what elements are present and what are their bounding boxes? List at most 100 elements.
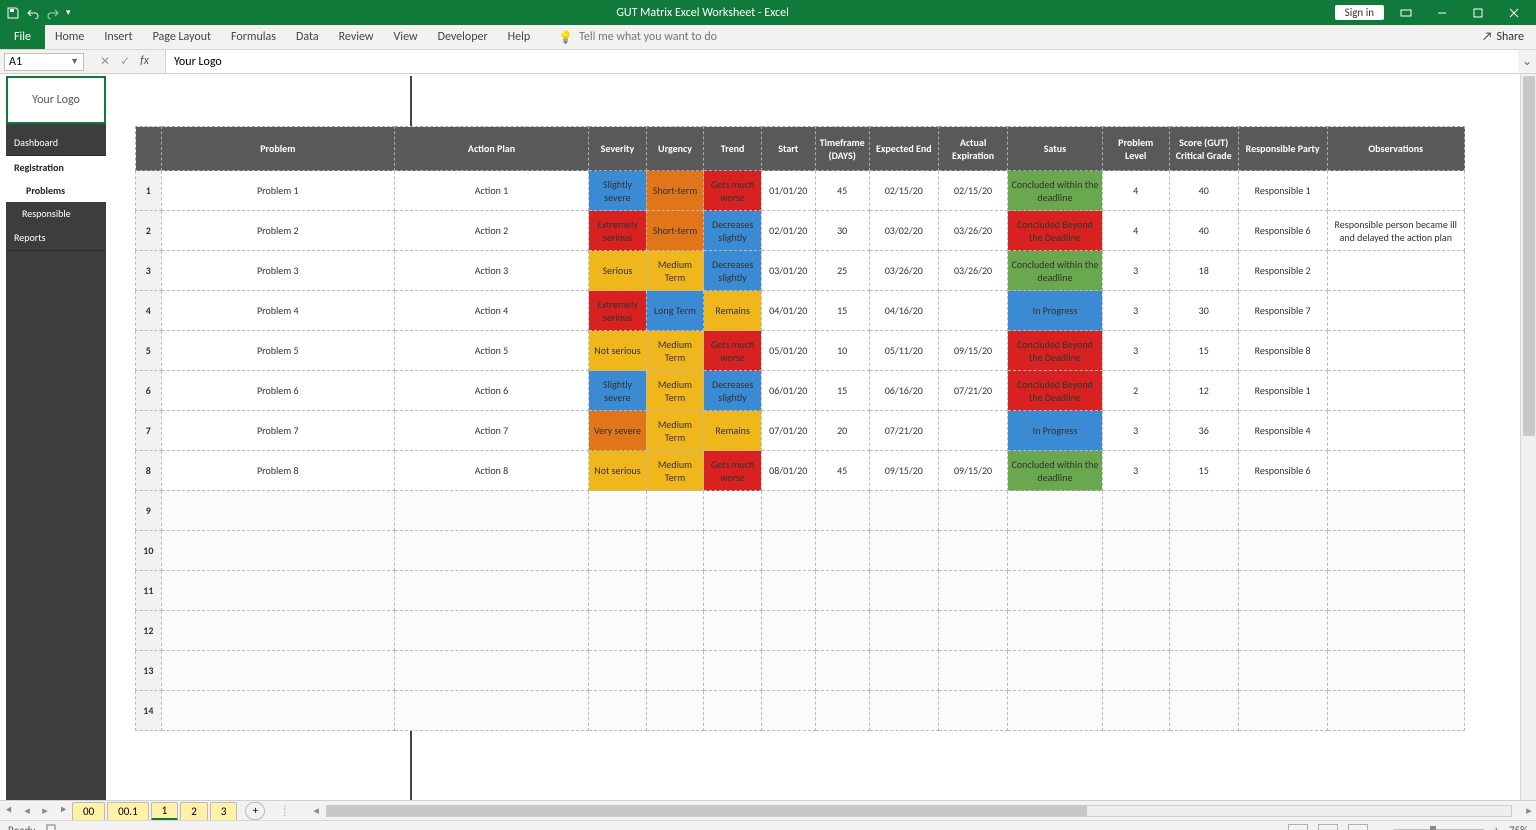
cell[interactable] bbox=[589, 531, 647, 571]
cell[interactable] bbox=[938, 571, 1007, 611]
cell[interactable] bbox=[1169, 531, 1238, 571]
share-button[interactable]: ↗ Share bbox=[1470, 25, 1536, 49]
cell[interactable] bbox=[1327, 371, 1464, 411]
cell[interactable] bbox=[815, 571, 869, 611]
cell[interactable] bbox=[394, 611, 588, 651]
cell[interactable]: 30 bbox=[1169, 291, 1238, 331]
cell[interactable]: Action 1 bbox=[394, 171, 588, 211]
cell[interactable]: Problem 6 bbox=[161, 371, 394, 411]
cell[interactable] bbox=[1238, 531, 1327, 571]
cell[interactable] bbox=[1102, 691, 1169, 731]
cell[interactable] bbox=[815, 691, 869, 731]
cell[interactable] bbox=[815, 611, 869, 651]
hscroll-left-icon[interactable]: ◂ bbox=[313, 804, 319, 817]
cell[interactable]: Very severe bbox=[589, 411, 647, 451]
cell[interactable]: 9 bbox=[136, 491, 162, 531]
cell[interactable]: Gets much worse bbox=[704, 451, 762, 491]
cell[interactable]: 05/11/20 bbox=[869, 331, 938, 371]
enter-formula-icon[interactable]: ✓ bbox=[120, 54, 130, 69]
cell[interactable]: 14 bbox=[136, 691, 162, 731]
tab-nav-last-icon[interactable]: ⯈ bbox=[54, 804, 72, 818]
tab-insert[interactable]: Insert bbox=[94, 25, 142, 49]
zoom-in-icon[interactable]: + bbox=[1494, 824, 1499, 830]
cell[interactable] bbox=[1238, 491, 1327, 531]
cell[interactable] bbox=[1327, 611, 1464, 651]
cell[interactable]: 01/01/20 bbox=[761, 171, 815, 211]
tab-developer[interactable]: Developer bbox=[428, 25, 498, 49]
cell[interactable] bbox=[1238, 651, 1327, 691]
cell[interactable] bbox=[1008, 491, 1102, 531]
cell[interactable] bbox=[938, 651, 1007, 691]
cell[interactable] bbox=[761, 531, 815, 571]
cell[interactable]: Responsible 6 bbox=[1238, 451, 1327, 491]
fx-icon[interactable]: fx bbox=[140, 54, 155, 69]
cell[interactable] bbox=[1238, 691, 1327, 731]
cell[interactable]: Responsible 6 bbox=[1238, 211, 1327, 251]
cell[interactable]: 1 bbox=[136, 171, 162, 211]
cell[interactable] bbox=[1169, 571, 1238, 611]
cell[interactable]: 08/01/20 bbox=[761, 451, 815, 491]
cell[interactable] bbox=[394, 571, 588, 611]
cell[interactable] bbox=[1102, 571, 1169, 611]
cell[interactable]: 3 bbox=[1102, 451, 1169, 491]
cell[interactable] bbox=[1102, 611, 1169, 651]
cell[interactable]: Action 4 bbox=[394, 291, 588, 331]
cell[interactable] bbox=[938, 691, 1007, 731]
cell[interactable] bbox=[646, 571, 703, 611]
sidebar-item-reports[interactable]: Reports bbox=[6, 225, 106, 251]
cell[interactable] bbox=[704, 611, 762, 651]
cell[interactable]: Concluded Beyond the Deadline bbox=[1008, 331, 1102, 371]
cell[interactable]: 11 bbox=[136, 571, 162, 611]
cell[interactable] bbox=[704, 491, 762, 531]
cell[interactable]: 12 bbox=[136, 611, 162, 651]
cell[interactable]: 03/26/20 bbox=[938, 211, 1007, 251]
cell[interactable] bbox=[161, 531, 394, 571]
save-icon[interactable] bbox=[6, 6, 20, 20]
table-row[interactable]: 7Problem 7Action 7Very severeMedium Term… bbox=[136, 411, 1465, 451]
cell[interactable] bbox=[161, 651, 394, 691]
cell[interactable]: Problem 7 bbox=[161, 411, 394, 451]
cell[interactable] bbox=[1008, 691, 1102, 731]
cell[interactable]: 02/01/20 bbox=[761, 211, 815, 251]
cell[interactable]: Action 2 bbox=[394, 211, 588, 251]
cell[interactable] bbox=[704, 571, 762, 611]
zoom-out-icon[interactable]: − bbox=[1378, 824, 1383, 830]
cell[interactable] bbox=[869, 571, 938, 611]
cell[interactable]: In Progress bbox=[1008, 411, 1102, 451]
cell[interactable]: 3 bbox=[1102, 251, 1169, 291]
cell[interactable]: Problem 5 bbox=[161, 331, 394, 371]
cell[interactable]: Decreases slightly bbox=[704, 371, 762, 411]
cell[interactable] bbox=[815, 651, 869, 691]
cell[interactable]: Responsible 8 bbox=[1238, 331, 1327, 371]
name-box[interactable]: A1▼ bbox=[4, 53, 84, 71]
table-row-empty[interactable]: 12 bbox=[136, 611, 1465, 651]
cell[interactable] bbox=[869, 611, 938, 651]
tab-home[interactable]: Home bbox=[45, 25, 94, 49]
tab-nav-next-icon[interactable]: ▸ bbox=[36, 804, 54, 817]
cell[interactable] bbox=[761, 691, 815, 731]
cell[interactable]: Medium Term bbox=[646, 331, 703, 371]
cell[interactable]: 03/01/20 bbox=[761, 251, 815, 291]
cell[interactable] bbox=[1169, 651, 1238, 691]
cell[interactable]: 4 bbox=[1102, 211, 1169, 251]
cell[interactable] bbox=[1169, 691, 1238, 731]
cell[interactable]: 15 bbox=[1169, 451, 1238, 491]
tab-nav-prev-icon[interactable]: ◂ bbox=[18, 804, 36, 817]
cell[interactable] bbox=[815, 491, 869, 531]
close-icon[interactable] bbox=[1500, 2, 1528, 24]
cell[interactable]: 25 bbox=[815, 251, 869, 291]
cell[interactable] bbox=[869, 691, 938, 731]
cell[interactable]: Long Term bbox=[646, 291, 703, 331]
macro-record-icon[interactable] bbox=[45, 823, 57, 830]
gut-matrix-table[interactable]: ProblemAction PlanSeverityUrgencyTrendSt… bbox=[135, 126, 1465, 731]
cell[interactable]: 4 bbox=[1102, 171, 1169, 211]
cell[interactable]: Responsible 1 bbox=[1238, 171, 1327, 211]
cell[interactable]: Concluded Beyond the Deadline bbox=[1008, 371, 1102, 411]
table-row[interactable]: 8Problem 8Action 8Not seriousMedium Term… bbox=[136, 451, 1465, 491]
tab-nav-first-icon[interactable]: ⯇ bbox=[0, 804, 18, 818]
cell[interactable] bbox=[1008, 571, 1102, 611]
cell[interactable]: Medium Term bbox=[646, 411, 703, 451]
cell[interactable] bbox=[161, 491, 394, 531]
cell[interactable] bbox=[589, 571, 647, 611]
cell[interactable] bbox=[1008, 531, 1102, 571]
